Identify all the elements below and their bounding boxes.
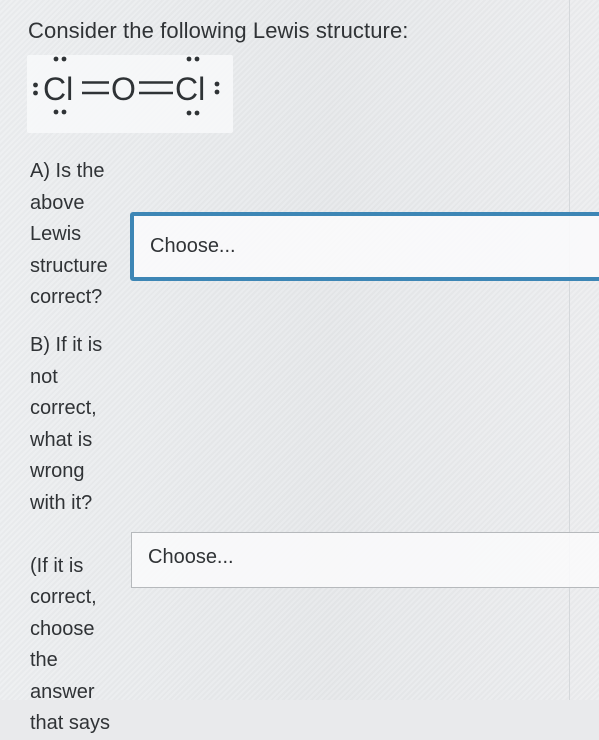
question-a-line: A) Is the <box>30 160 105 182</box>
question-b-line: B) If it is <box>30 334 103 356</box>
question-b-text: B) If it is not correct, what is wrong w… <box>30 330 120 740</box>
question-b-line: with it? <box>30 491 93 514</box>
atom-o-center: O <box>111 71 136 107</box>
question-b-line: correct, <box>30 586 97 608</box>
question-prompt: Consider the following Lewis structure: <box>28 18 409 43</box>
answer-b-selected-value: Choose... <box>148 546 234 568</box>
lone-pair-dot <box>186 110 192 116</box>
question-b-line: not <box>30 365 58 388</box>
question-b-line: choose <box>30 617 95 640</box>
question-b-line: what is <box>30 428 93 451</box>
question-a-line: Lewis <box>30 223 82 245</box>
question-b-line: answer <box>30 680 95 703</box>
lone-pair-dot <box>214 89 220 95</box>
question-a-line: correct? <box>30 286 103 308</box>
lone-pair-dot <box>194 56 200 62</box>
question-b-line: (If it is <box>30 554 84 577</box>
question-b-line: wrong <box>30 460 85 482</box>
question-b-line: correct, <box>30 397 97 419</box>
question-a-line: structure <box>30 254 108 277</box>
lewis-structure-diagram: Cl O Cl <box>33 56 220 116</box>
question-b-line: the <box>30 649 58 671</box>
question-a-text: A) Is the above Lewis structure correct? <box>30 156 120 314</box>
lone-pair-dot <box>61 56 67 62</box>
question-b-line: that says <box>30 712 111 734</box>
answer-a-dropdown[interactable]: Choose... <box>130 212 599 281</box>
lewis-structure-image: Cl O Cl <box>27 55 233 133</box>
question-a-line: above <box>30 191 85 214</box>
lone-pair-dot <box>33 82 38 88</box>
atom-cl-right: Cl <box>175 71 205 107</box>
column-divider <box>569 0 570 700</box>
quiz-page: Consider the following Lewis structure: … <box>0 0 599 734</box>
question-b-gap-line <box>30 519 120 551</box>
lone-pair-dot <box>53 56 59 62</box>
lone-pair-dot <box>194 110 200 116</box>
lone-pair-dot <box>186 56 192 62</box>
atom-cl-left: Cl <box>43 71 73 107</box>
lone-pair-dot <box>61 109 67 115</box>
answer-b-dropdown[interactable]: Choose... <box>131 532 599 588</box>
lone-pair-dot <box>33 90 38 96</box>
answer-a-selected-value: Choose... <box>150 235 236 257</box>
lone-pair-dot <box>214 81 220 87</box>
lone-pair-dot <box>53 109 59 115</box>
